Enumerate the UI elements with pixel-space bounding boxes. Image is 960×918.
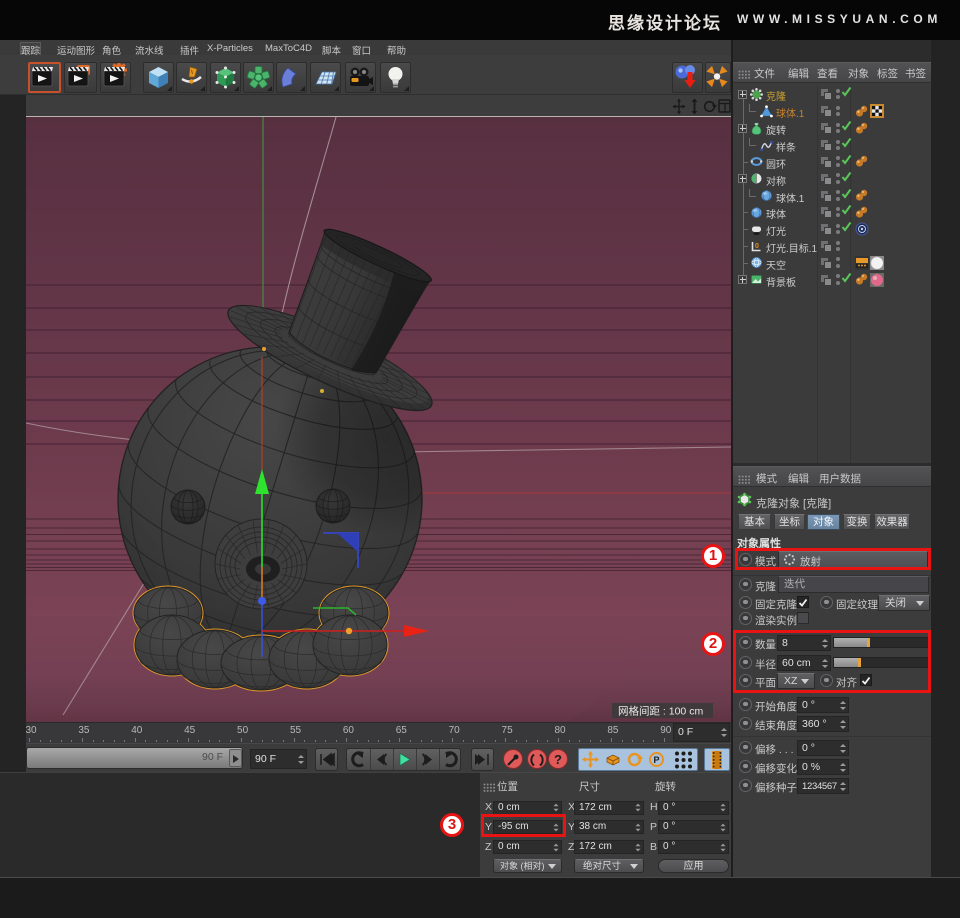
svg-text:0: 0 [755,243,759,250]
svg-text:网格间距 : 100 cm: 网格间距 : 100 cm [618,705,703,718]
